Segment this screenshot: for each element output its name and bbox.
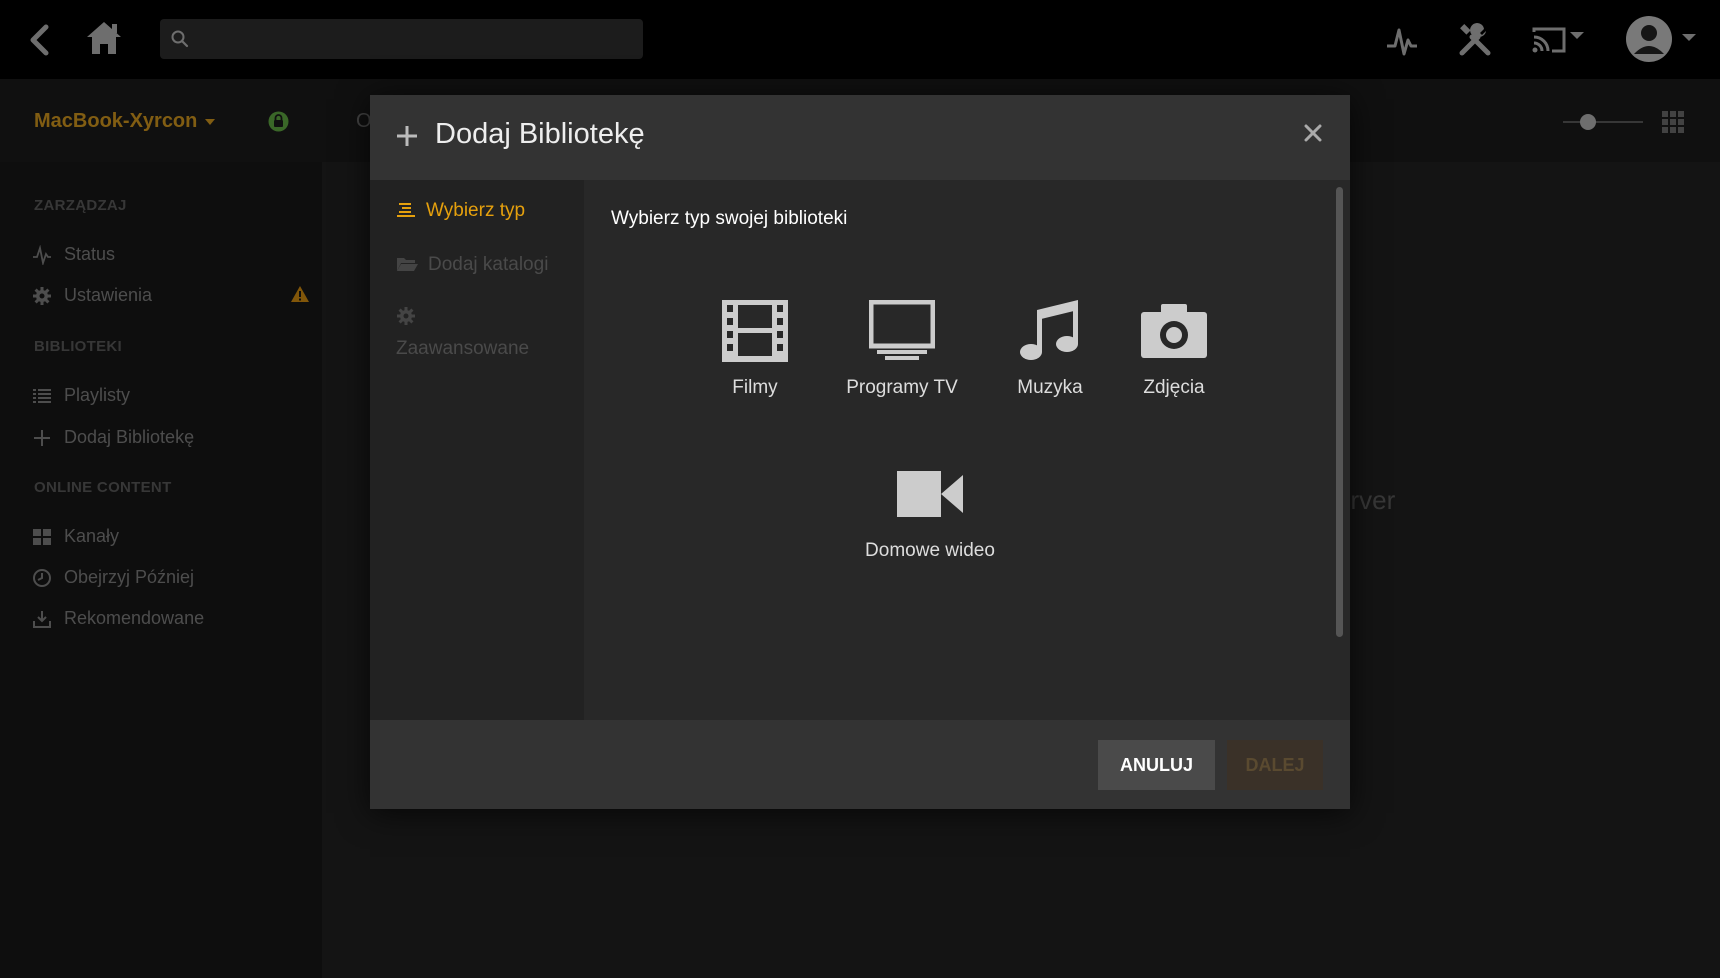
library-type-label: Zdjęcia bbox=[1143, 377, 1205, 398]
tv-icon bbox=[866, 295, 938, 367]
film-icon bbox=[719, 295, 791, 367]
library-type-label: Domowe wideo bbox=[865, 540, 995, 561]
camera-icon bbox=[1138, 295, 1210, 367]
library-type-photos[interactable]: Zdjęcia bbox=[1099, 295, 1249, 399]
dialog-content: Wybierz typ swojej biblioteki Filmy Prog… bbox=[584, 180, 1336, 720]
close-icon[interactable] bbox=[1302, 122, 1324, 144]
dialog-scrollbar[interactable] bbox=[1334, 187, 1345, 727]
step-label: Zaawansowane bbox=[396, 338, 530, 359]
cancel-button[interactable]: ANULUJ bbox=[1098, 740, 1215, 790]
scrollbar-thumb[interactable] bbox=[1336, 187, 1343, 637]
step-advanced: Zaawansowane bbox=[396, 306, 529, 360]
library-type-label: Filmy bbox=[732, 377, 778, 398]
video-camera-icon bbox=[894, 458, 966, 530]
text-align-icon bbox=[396, 200, 416, 226]
dialog-title: Dodaj Bibliotekę bbox=[435, 118, 645, 150]
step-label: Dodaj katalogi bbox=[428, 254, 549, 275]
plus-icon bbox=[396, 125, 418, 147]
next-button[interactable]: DALEJ bbox=[1227, 740, 1323, 790]
step-label: Wybierz typ bbox=[426, 200, 526, 221]
add-library-dialog: Dodaj Bibliotekę Wybierz typ Dodaj katal… bbox=[370, 95, 1350, 809]
step-choose-type[interactable]: Wybierz typ bbox=[396, 200, 525, 226]
dialog-header: Dodaj Bibliotekę bbox=[370, 95, 1350, 180]
library-type-label: Muzyka bbox=[1017, 377, 1083, 398]
library-type-movies[interactable]: Filmy bbox=[680, 295, 830, 399]
library-type-home-video[interactable]: Domowe wideo bbox=[855, 458, 1005, 562]
gear-icon bbox=[396, 306, 416, 332]
dialog-steps-nav: Wybierz typ Dodaj katalogi Zaawansowane bbox=[370, 180, 584, 720]
content-heading: Wybierz typ swojej biblioteki bbox=[611, 208, 848, 229]
library-type-tv[interactable]: Programy TV bbox=[827, 295, 977, 399]
step-add-folders: Dodaj katalogi bbox=[396, 254, 548, 280]
library-type-label: Programy TV bbox=[846, 377, 958, 398]
music-icon bbox=[1014, 295, 1086, 367]
folder-icon bbox=[396, 254, 418, 280]
